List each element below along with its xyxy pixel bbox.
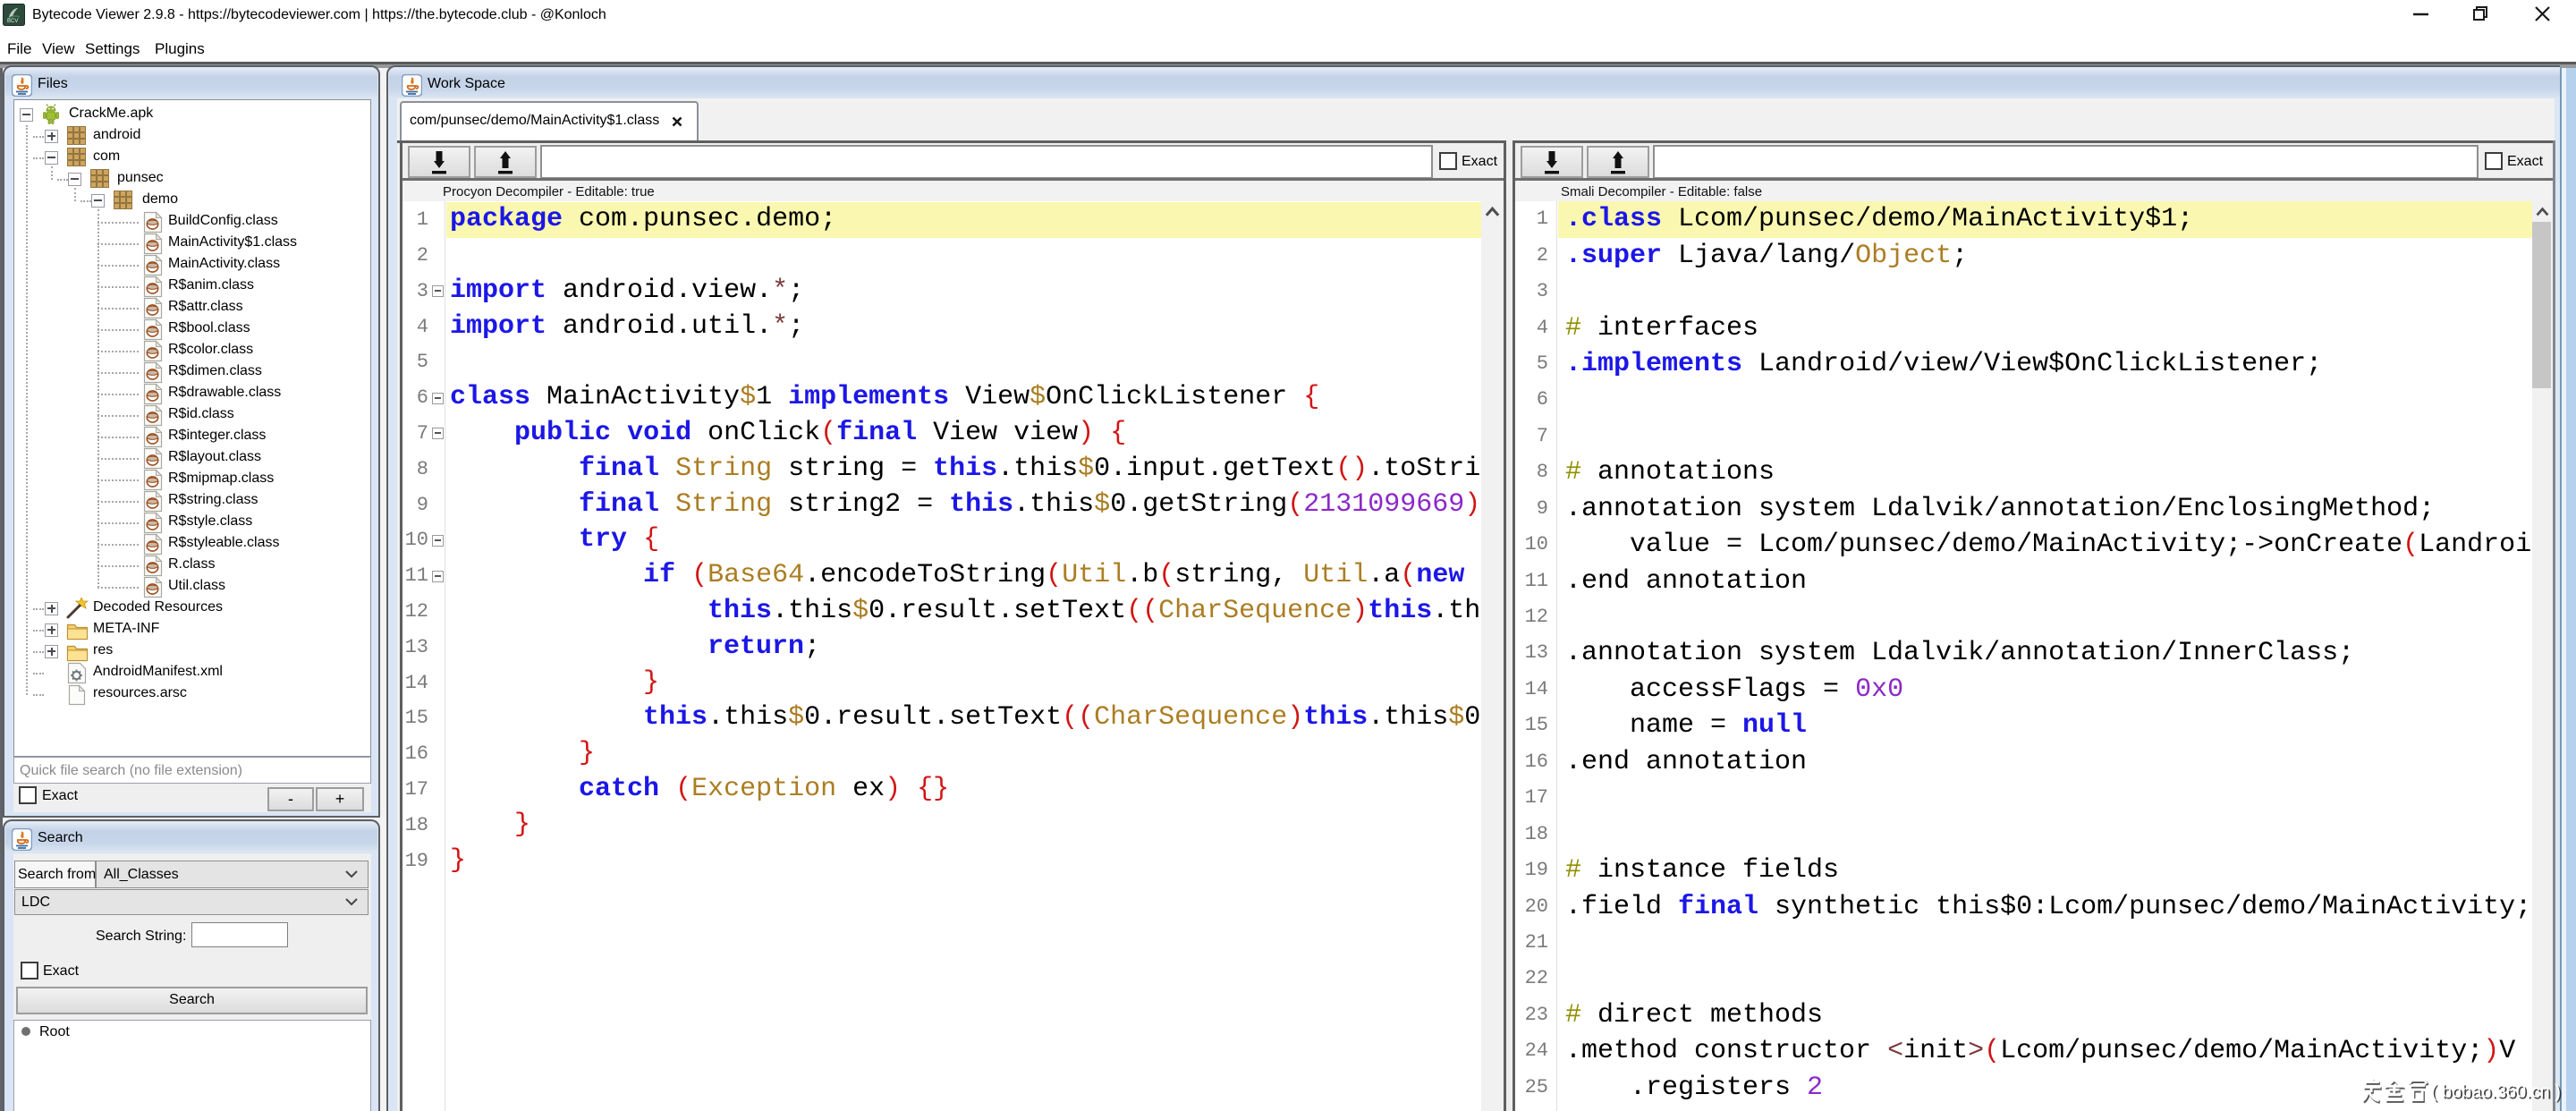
- svg-text:BCV: BCV: [7, 19, 18, 24]
- svg-text:( bobao.360.cn ): ( bobao.360.cn ): [2431, 1082, 2561, 1102]
